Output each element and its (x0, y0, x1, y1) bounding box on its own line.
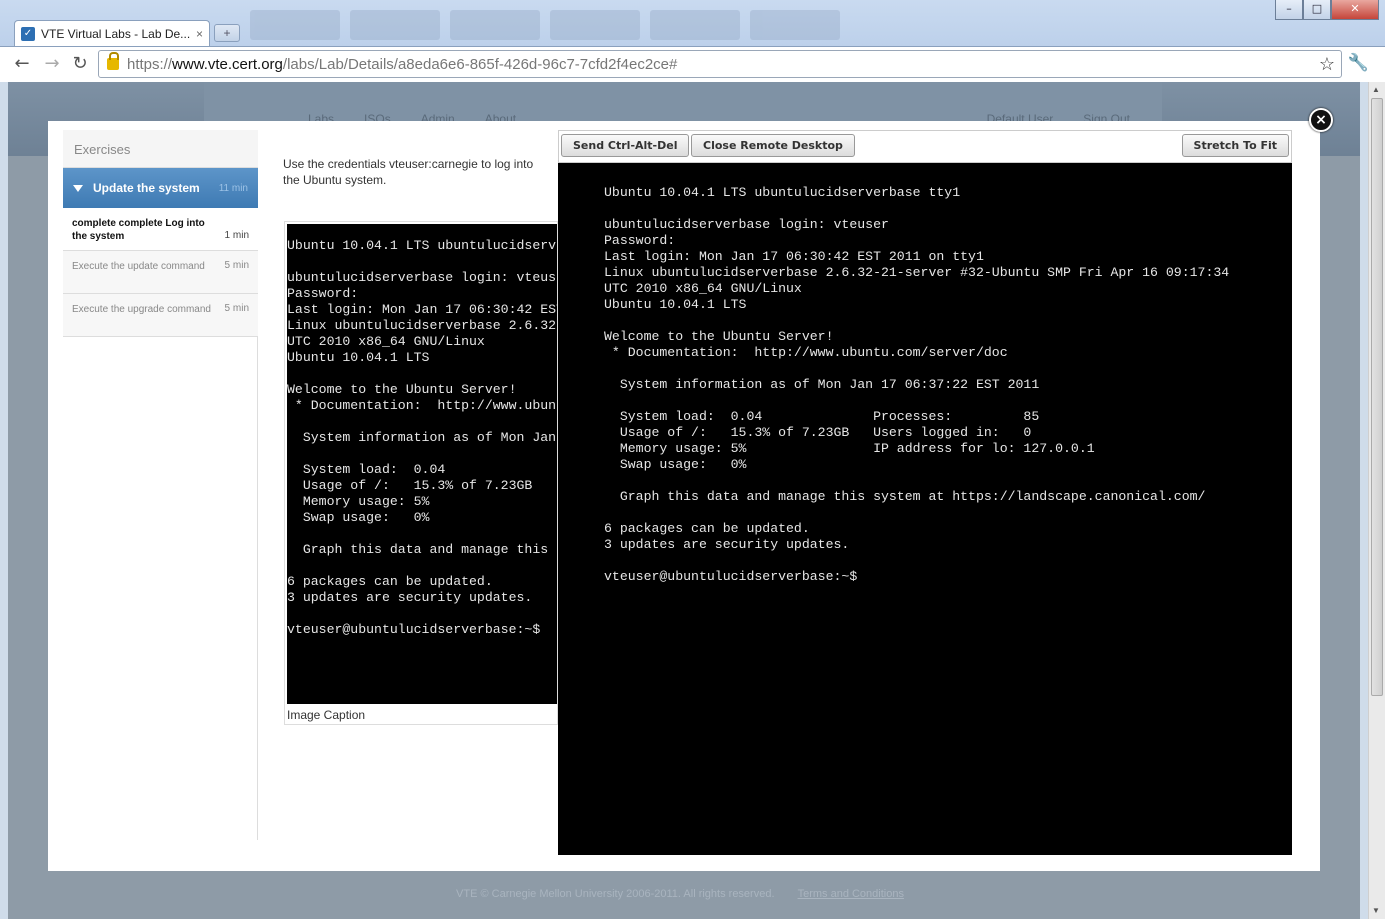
remote-desktop-panel: Send Ctrl-Alt-Del Close Remote Desktop S… (558, 130, 1292, 855)
new-tab-button[interactable]: + (214, 24, 240, 42)
close-remote-desktop-button[interactable]: Close Remote Desktop (691, 134, 855, 157)
step-duration: 1 min (224, 230, 249, 241)
thumbnail (650, 10, 740, 40)
step-label: complete complete Log into the system (72, 218, 205, 242)
footer-copyright: VTE © Carnegie Mellon University 2006-20… (456, 888, 775, 900)
window-close-button[interactable]: ✕ (1331, 0, 1379, 20)
exercise-label: Update the system (93, 181, 200, 195)
maximize-button[interactable]: □ (1303, 0, 1331, 20)
tab-thumbnails (250, 10, 840, 40)
step-label: Execute the upgrade command (72, 304, 211, 315)
page-scrollbar[interactable]: ▲ ▼ (1368, 82, 1385, 919)
scroll-down-icon[interactable]: ▼ (1372, 906, 1380, 915)
step-execute-update[interactable]: Execute the update command 5 min (63, 251, 258, 294)
minimize-button[interactable]: – (1275, 0, 1303, 20)
favicon-icon: ✓ (21, 26, 35, 41)
browser-toolbar: ← → ↻ https://www.vte.cert.org/labs/Lab/… (0, 46, 1385, 82)
thumbnail (250, 10, 340, 40)
tab-title: VTE Virtual Labs - Lab De... (41, 26, 191, 41)
step-label: Execute the update command (72, 261, 205, 272)
expand-triangle-icon (73, 184, 83, 192)
modal-close-icon[interactable]: × (1309, 108, 1333, 132)
wrench-icon[interactable]: 🔧 (1348, 53, 1369, 73)
back-icon[interactable]: ← (10, 53, 34, 77)
remote-terminal-text[interactable]: Ubuntu 10.04.1 LTS ubuntulucidserverbase… (604, 185, 1229, 585)
star-icon[interactable]: ☆ (1319, 54, 1335, 75)
remote-desktop-toolbar: Send Ctrl-Alt-Del Close Remote Desktop S… (558, 130, 1292, 163)
exercise-update-system[interactable]: Update the system 11 min (63, 168, 258, 208)
address-bar[interactable]: https://www.vte.cert.org/labs/Lab/Detail… (98, 50, 1342, 78)
tab-close-icon[interactable]: × (196, 27, 203, 41)
stretch-to-fit-button[interactable]: Stretch To Fit (1181, 134, 1289, 157)
exercises-sidebar: Exercises Update the system 11 min compl… (63, 130, 258, 840)
scroll-thumb[interactable] (1371, 98, 1383, 696)
url-text: https://www.vte.cert.org/labs/Lab/Detail… (127, 55, 678, 73)
step-instructions: Use the credentials vteuser:carnegie to … (283, 157, 534, 187)
screenshot-terminal-text: Ubuntu 10.04.1 LTS ubuntulucidserverbase… (287, 238, 558, 637)
browser-tab[interactable]: ✓ VTE Virtual Labs - Lab De... × (14, 20, 210, 46)
forward-icon[interactable]: → (40, 53, 64, 77)
step-execute-upgrade[interactable]: Execute the upgrade command 5 min (63, 294, 258, 337)
instruction-screenshot: Ubuntu 10.04.1 LTS ubuntulucidserverbase… (284, 221, 558, 725)
step-duration: 5 min (224, 260, 249, 271)
reload-icon[interactable]: ↻ (68, 53, 92, 77)
thumbnail (550, 10, 640, 40)
exercise-duration: 11 min (218, 182, 248, 194)
lock-icon (107, 52, 119, 70)
send-ctrl-alt-del-button[interactable]: Send Ctrl-Alt-Del (561, 134, 690, 157)
thumbnail (750, 10, 840, 40)
scroll-up-icon[interactable]: ▲ (1372, 85, 1380, 94)
image-caption: Image Caption (287, 708, 366, 722)
site-footer: VTE © Carnegie Mellon University 2006-20… (0, 888, 1360, 900)
terms-link[interactable]: Terms and Conditions (798, 888, 904, 900)
thumbnail (450, 10, 540, 40)
thumbnail (350, 10, 440, 40)
sidebar-title: Exercises (63, 130, 258, 168)
step-log-into-system[interactable]: complete complete Log into the system 1 … (63, 208, 258, 251)
step-duration: 5 min (224, 303, 249, 314)
screenshot-terminal: Ubuntu 10.04.1 LTS ubuntulucidserverbase… (287, 224, 558, 704)
window-controls: – □ ✕ (1275, 0, 1379, 20)
